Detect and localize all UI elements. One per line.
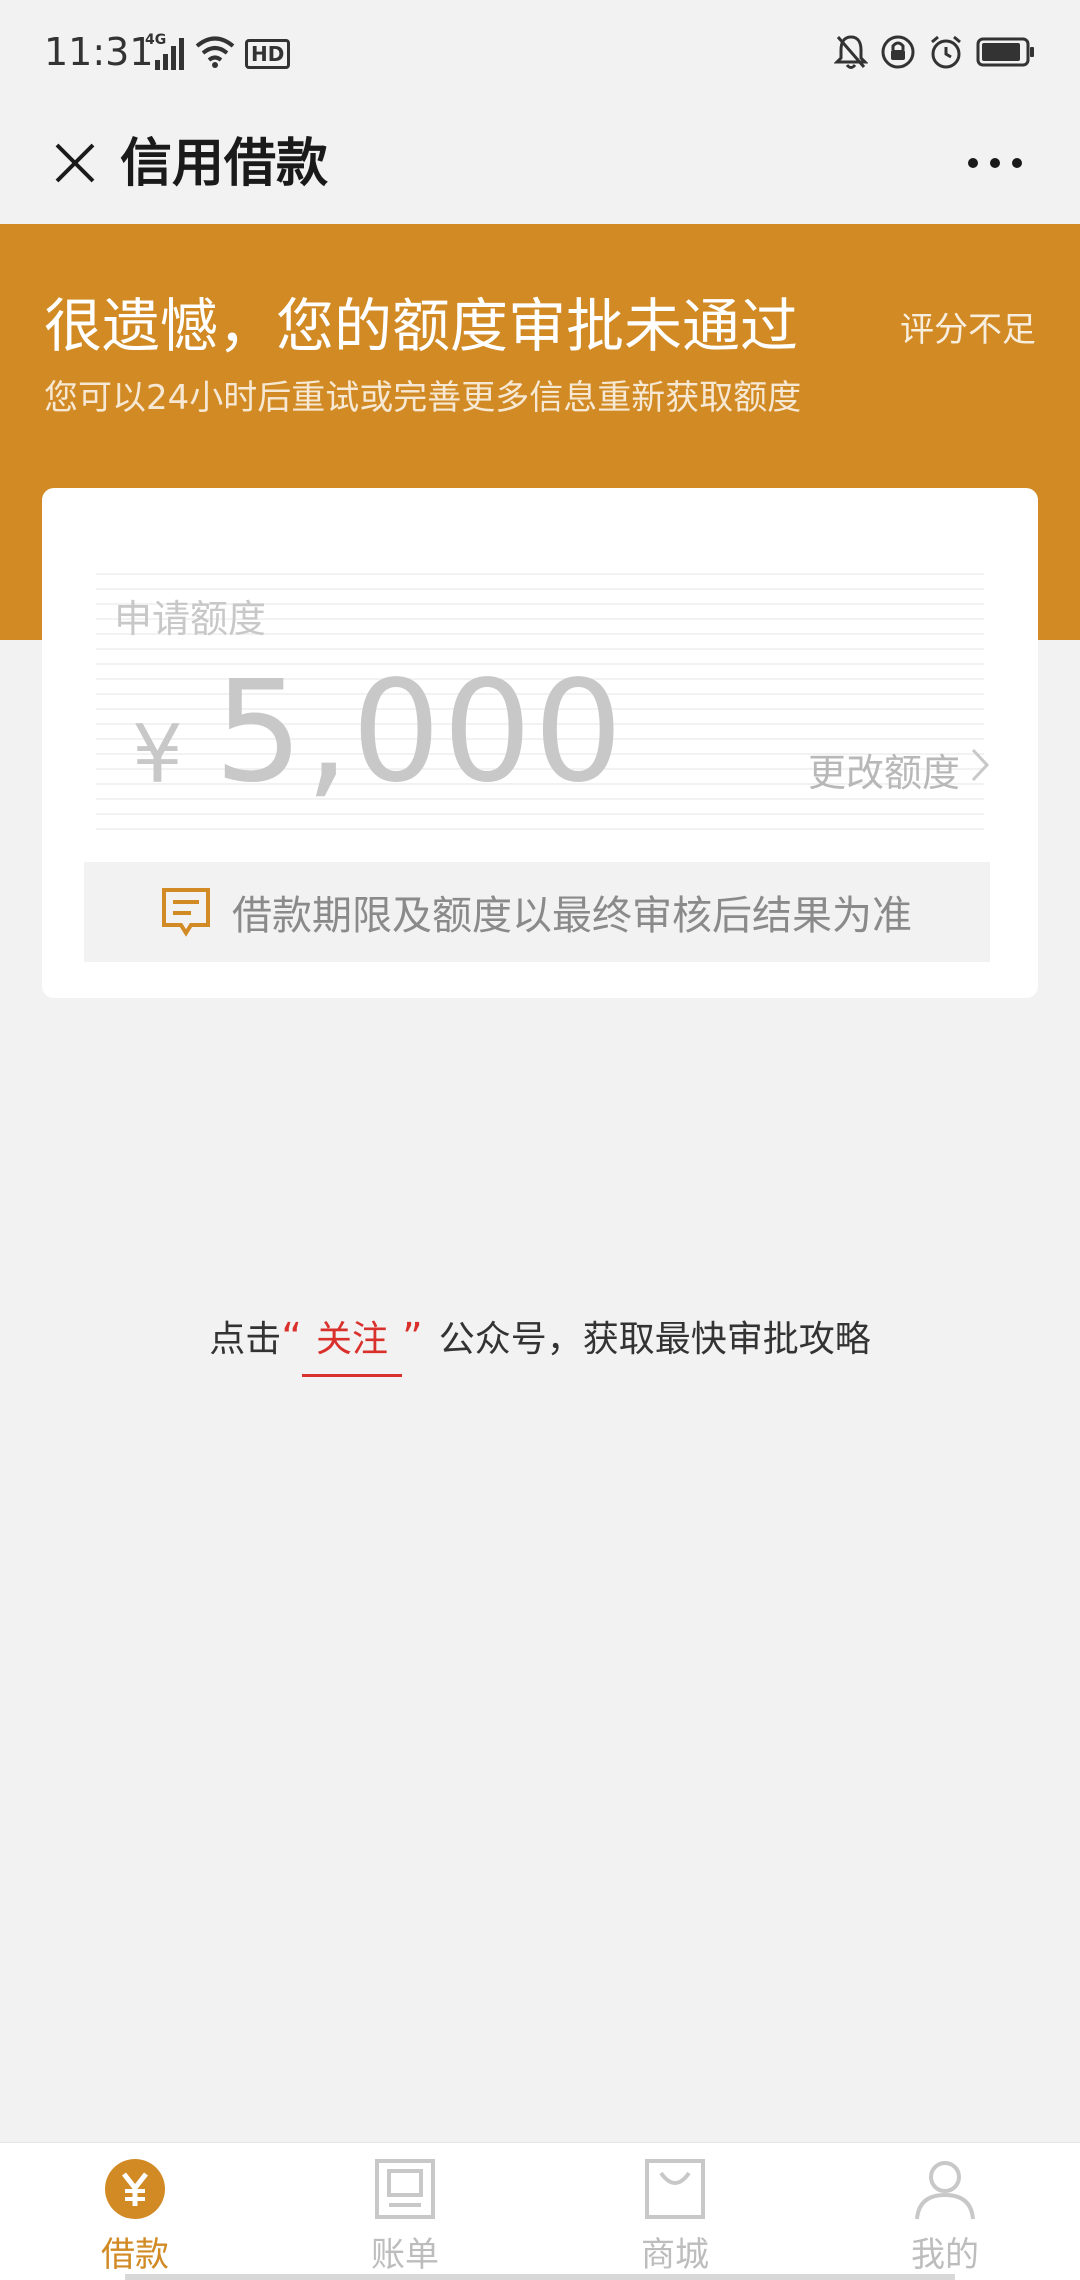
chevron-right-icon bbox=[970, 747, 990, 792]
open-quote: “ bbox=[281, 1315, 302, 1361]
change-amount-label: 更改额度 bbox=[807, 751, 960, 795]
nav-item-loan[interactable]: 借款 bbox=[0, 2143, 270, 2280]
notice-text: 借款期限及额度以最终审核后结果为准 bbox=[232, 893, 912, 939]
follow-suffix: 公众号，获取最快审批攻略 bbox=[438, 1319, 871, 1360]
nav-label-loan: 借款 bbox=[101, 2235, 169, 2275]
nav-item-bill[interactable]: 账单 bbox=[270, 2143, 540, 2280]
result-reason-tag: 评分不足 bbox=[900, 310, 1036, 350]
message-icon bbox=[160, 886, 212, 938]
nav-scroll-indicator bbox=[125, 2274, 955, 2280]
nav-item-mine[interactable]: 我的 bbox=[810, 2143, 1080, 2280]
nav-label-mine: 我的 bbox=[911, 2235, 979, 2275]
status-time: 11:31 bbox=[44, 30, 154, 74]
signal-icon: 4G bbox=[145, 32, 185, 72]
user-icon bbox=[913, 2157, 977, 2221]
follow-prefix: 点击 bbox=[209, 1319, 282, 1360]
close-quote: ” bbox=[402, 1315, 423, 1361]
bottom-nav: 借款 账单 商城 我的 bbox=[0, 2142, 1080, 2280]
yen-circle-icon bbox=[103, 2157, 167, 2221]
page-title: 信用借款 bbox=[120, 134, 329, 194]
hd-icon: HD bbox=[245, 39, 291, 69]
more-dots-icon bbox=[965, 155, 1025, 174]
more-button[interactable] bbox=[950, 124, 1040, 204]
amount-card: 申请额度 ¥ 5,000 更改额度 借款期限及额度以最终审核后结果为准 bbox=[42, 488, 1038, 998]
bill-icon bbox=[373, 2157, 437, 2221]
result-subtitle: 您可以24小时后重试或完善更多信息重新获取额度 bbox=[44, 378, 802, 418]
result-title: 很遗憾，您的额度审批未通过 bbox=[44, 292, 799, 360]
amount-value: 5,000 bbox=[214, 651, 625, 814]
status-right-icons bbox=[833, 32, 1036, 76]
amount-label: 申请额度 bbox=[114, 597, 267, 641]
close-icon bbox=[51, 139, 99, 191]
network-type: 4G bbox=[145, 32, 167, 48]
currency-symbol: ¥ bbox=[132, 708, 183, 801]
battery-icon bbox=[976, 36, 1036, 72]
hd-badge-text: HD bbox=[251, 42, 285, 66]
status-bar: 11:31 4G HD bbox=[0, 0, 1080, 110]
wifi-icon bbox=[195, 35, 235, 73]
nav-item-mall[interactable]: 商城 bbox=[540, 2143, 810, 2280]
nav-label-bill: 账单 bbox=[371, 2235, 439, 2275]
close-button[interactable] bbox=[30, 120, 120, 210]
follow-tip: 点击 “ 关注 ” 公众号，获取最快审批攻略 bbox=[0, 1310, 1080, 1377]
status-left-icons: 4G HD bbox=[145, 32, 291, 74]
title-bar: 信用借款 bbox=[0, 110, 1080, 224]
lock-rotation-icon bbox=[880, 34, 916, 74]
bell-off-icon bbox=[833, 33, 869, 75]
notice-box: 借款期限及额度以最终审核后结果为准 bbox=[84, 862, 990, 962]
shopping-bag-icon bbox=[643, 2157, 707, 2221]
change-amount-button[interactable]: 更改额度 bbox=[808, 742, 990, 797]
nav-label-mall: 商城 bbox=[641, 2235, 709, 2275]
follow-link[interactable]: 关注 bbox=[301, 1310, 402, 1377]
alarm-icon bbox=[928, 34, 964, 74]
